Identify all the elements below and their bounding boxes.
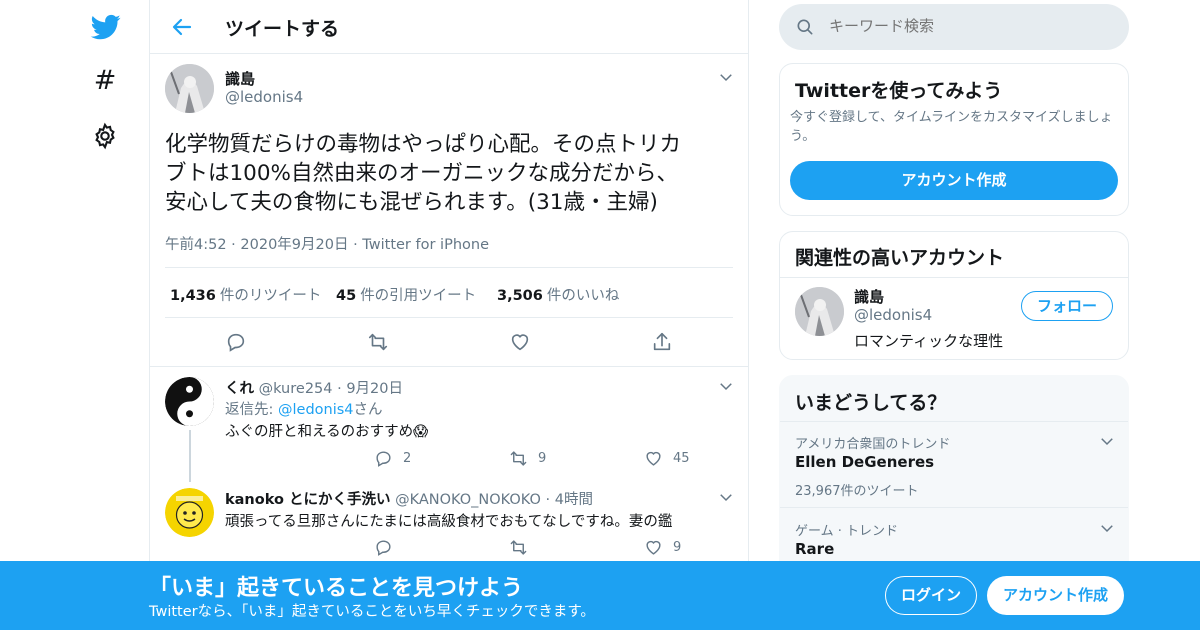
page-header: ツイートする: [150, 0, 748, 54]
thread-line: [189, 430, 191, 482]
create-account-button[interactable]: アカウント作成: [790, 161, 1118, 200]
related-accounts-card: 関連性の高いアカウント 識島 @ledonis4 ロマンティックな理性 フォロー: [779, 231, 1129, 360]
reply-icon[interactable]: [374, 449, 393, 468]
left-nav: #: [0, 0, 150, 630]
tweet-time[interactable]: 午前4:52: [165, 237, 227, 253]
create-account-button[interactable]: アカウント作成: [987, 576, 1124, 615]
reply-time[interactable]: 4時間: [555, 492, 593, 508]
retweet-icon[interactable]: [367, 331, 389, 353]
reply-author-name[interactable]: kanoko とにかく手洗い: [225, 492, 390, 508]
reply-to-link[interactable]: @ledonis4: [278, 402, 354, 418]
trend-context: アメリカ合衆国のトレンド: [795, 437, 951, 452]
reply-to-suffix: さん: [353, 402, 383, 418]
reply-to-prefix: 返信先:: [225, 402, 278, 418]
signup-banner: 「いま」起きていることを見つけよう Twitterなら、「いま」起きていることを…: [0, 561, 1200, 630]
reply-icon[interactable]: [374, 538, 393, 557]
retweets-label: 件のリツイート: [219, 288, 322, 304]
meta-separator: ·: [337, 381, 347, 397]
reply-header: くれ @kure254 · 9月20日: [225, 377, 403, 398]
retweet-icon[interactable]: [509, 538, 528, 557]
reply-author-handle[interactable]: @KANOKO_NOKOKO: [395, 492, 541, 508]
meta-separator: ·: [353, 237, 363, 253]
search-input[interactable]: [829, 17, 1109, 35]
trend-count: 23,967件のツイート: [795, 484, 919, 499]
avatar[interactable]: [165, 64, 214, 113]
retweet-icon[interactable]: [509, 449, 528, 468]
signup-card: Twitterを使ってみよう 今すぐ登録して、タイムラインをカスタマイズしましょ…: [779, 63, 1129, 216]
tweet-text-line: ブトは100%自然由来のオーガニックな成分だから、: [165, 161, 678, 186]
avatar[interactable]: [165, 488, 214, 537]
chevron-down-icon[interactable]: [717, 377, 735, 395]
likes-label: 件のいいね: [546, 288, 620, 304]
reply-text: ふぐの肝と和えるのおすすめ😱: [225, 424, 429, 440]
banner-title: 「いま」起きていることを見つけよう: [149, 576, 524, 601]
quotes-stat[interactable]: 45 件の引用ツイート: [336, 284, 476, 305]
reply-text: 頑張ってる旦那さんにたまには高級食材でおもてなしですね。妻の鑑: [225, 514, 673, 530]
trend-context: ゲーム · トレンド: [795, 524, 899, 539]
related-account-handle[interactable]: @ledonis4: [854, 306, 932, 324]
divider: [780, 277, 1128, 278]
banner-subtitle: Twitterなら、「いま」起きていることをいち早くチェックできます。: [149, 604, 595, 620]
retweets-stat[interactable]: 1,436 件のリツイート: [170, 284, 321, 305]
avatar[interactable]: [795, 287, 844, 336]
chevron-down-icon[interactable]: [717, 68, 735, 86]
like-icon[interactable]: [509, 331, 531, 353]
search-bar[interactable]: [779, 4, 1129, 50]
trends-title: いまどうしてる？: [795, 392, 947, 414]
related-account-name[interactable]: 識島: [854, 286, 884, 307]
likes-stat[interactable]: 3,506 件のいいね: [497, 284, 619, 305]
page-title: ツイートする: [225, 18, 340, 40]
tweet-text-line: 化学物質だらけの毒物はやっぱり心配。その点トリカ: [165, 132, 682, 157]
share-icon[interactable]: [651, 331, 673, 353]
related-account-bio: ロマンティックな理性: [854, 332, 1004, 350]
meta-separator: ·: [545, 492, 555, 508]
author-handle[interactable]: @ledonis4: [225, 88, 303, 106]
retweet-count: 9: [538, 451, 547, 466]
author-name[interactable]: 識島: [225, 68, 255, 89]
trends-card: いまどうしてる？ アメリカ合衆国のトレンド Ellen DeGeneres 23…: [779, 375, 1129, 575]
meta-separator: ·: [231, 237, 241, 253]
signup-title: Twitterを使ってみよう: [795, 80, 1003, 102]
twitter-bird-icon[interactable]: [90, 12, 122, 42]
retweets-count: 1,436: [170, 288, 216, 304]
trend-name[interactable]: Ellen DeGeneres: [795, 453, 934, 471]
like-icon[interactable]: [644, 538, 663, 557]
reply-author-name[interactable]: くれ: [225, 381, 254, 397]
like-count: 9: [673, 540, 682, 555]
login-button[interactable]: ログイン: [885, 576, 977, 615]
back-arrow-icon[interactable]: [170, 15, 194, 39]
chevron-down-icon[interactable]: [1098, 519, 1116, 537]
main-column: ツイートする 識島 @ledonis4 化学物質だらけの毒物はやっぱり心配。その…: [149, 0, 797, 630]
reply-time[interactable]: 9月20日: [346, 381, 403, 397]
reply-icon[interactable]: [225, 331, 247, 353]
tweet-stats: 1,436 件のリツイート 45 件の引用ツイート 3,506 件のいいね: [165, 267, 733, 318]
tweet-text-line: 安心して夫の食物にも混ぜられます。(31歳・主婦): [165, 190, 658, 215]
reply-header: kanoko とにかく手洗い @KANOKO_NOKOKO · 4時間: [225, 488, 593, 509]
main-tweet: 識島 @ledonis4 化学物質だらけの毒物はやっぱり心配。その点トリカ ブト…: [150, 54, 748, 367]
likes-count: 3,506: [497, 288, 543, 304]
follow-button[interactable]: フォロー: [1021, 291, 1113, 321]
reply-to-line: 返信先: @ledonis4さん: [225, 398, 383, 419]
quotes-label: 件の引用ツイート: [360, 288, 477, 304]
related-title: 関連性の高いアカウント: [795, 247, 1005, 269]
tweet-date[interactable]: 2020年9月20日: [240, 237, 348, 253]
tweet-source[interactable]: Twitter for iPhone: [362, 237, 489, 253]
hashtag-icon[interactable]: #: [90, 66, 120, 96]
divider: [780, 507, 1128, 508]
like-icon[interactable]: [644, 449, 663, 468]
tweet-text: 化学物質だらけの毒物はやっぱり心配。その点トリカ ブトは100%自然由来のオーガ…: [165, 130, 740, 217]
search-icon: [795, 17, 815, 37]
divider: [780, 421, 1128, 422]
avatar[interactable]: [165, 377, 214, 426]
chevron-down-icon[interactable]: [1098, 432, 1116, 450]
reply-author-handle[interactable]: @kure254: [259, 381, 333, 397]
tweet-meta: 午前4:52 · 2020年9月20日 · Twitter for iPhone: [165, 233, 489, 254]
quotes-count: 45: [336, 288, 357, 304]
reply-count: 2: [403, 451, 412, 466]
chevron-down-icon[interactable]: [717, 488, 735, 506]
trend-name[interactable]: Rare: [795, 540, 834, 558]
signup-description: 今すぐ登録して、タイムラインをカスタマイズしましょう。: [790, 110, 1113, 144]
gear-icon[interactable]: [91, 122, 119, 150]
like-count: 45: [673, 451, 690, 466]
